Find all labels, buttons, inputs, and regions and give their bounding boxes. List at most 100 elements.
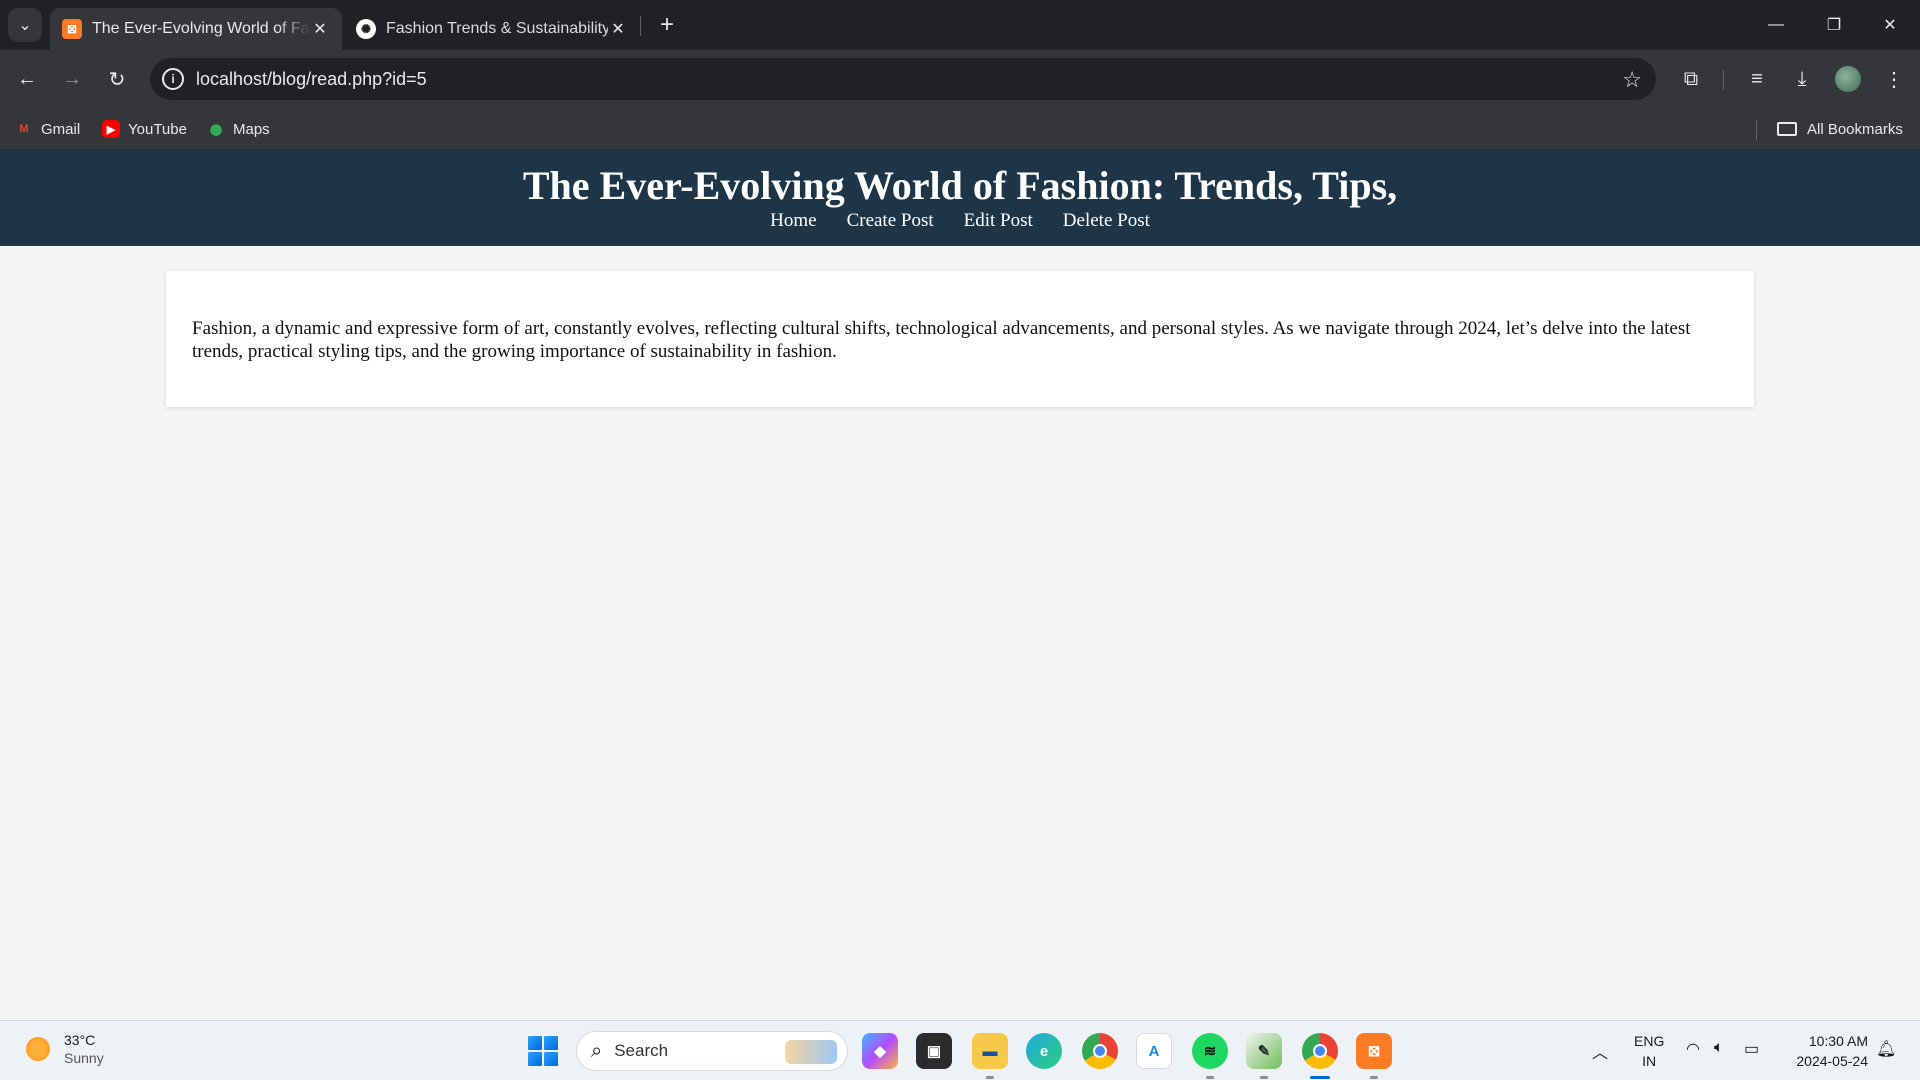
system-clock[interactable]: 10:30 AM 2024-05-24 <box>1786 1031 1868 1071</box>
bookmark-star-icon[interactable]: ☆ <box>1622 67 1642 93</box>
post-card: Fashion, a dynamic and expressive form o… <box>166 271 1754 407</box>
browser-menu-button[interactable]: ⋮ <box>1876 61 1912 97</box>
search-placeholder: Search <box>614 1041 669 1060</box>
close-tab-icon[interactable]: ✕ <box>310 19 330 39</box>
new-tab-button[interactable]: + <box>652 10 682 40</box>
chevron-down-icon: ⌄ <box>18 17 32 34</box>
bookmark-gmail[interactable]: M Gmail <box>15 118 80 140</box>
openai-favicon-icon: ✺ <box>356 19 376 39</box>
search-icon: ⌕ <box>591 1039 603 1062</box>
wifi-icon[interactable]: ◠ <box>1686 1039 1700 1059</box>
search-highlight-icon <box>785 1040 837 1064</box>
back-button[interactable]: ← <box>9 61 45 97</box>
address-bar[interactable]: i localhost/blog/read.php?id=5 ☆ <box>150 58 1656 100</box>
bookmarks-bar: M Gmail ▶ YouTube ⬤ Maps All Bookmarks <box>0 108 1920 150</box>
notepad-icon[interactable]: ✎ <box>1246 1033 1282 1079</box>
copilot-app-icon[interactable]: ◆ <box>862 1033 898 1069</box>
start-button[interactable] <box>528 1036 558 1066</box>
bookmark-label: Maps <box>233 120 270 138</box>
arrow-right-icon: → <box>62 67 82 90</box>
tab-active[interactable]: ⊠ The Ever-Evolving World of Fashion: Tr… <box>50 8 342 50</box>
puzzle-icon: ⧉ <box>1683 67 1699 90</box>
file-explorer-icon[interactable]: ▬ <box>972 1033 1008 1079</box>
tab-inactive[interactable]: ✺ Fashion Trends & Sustainability ✕ <box>344 8 640 50</box>
running-indicator <box>1260 1076 1268 1079</box>
profile-avatar[interactable] <box>1835 66 1861 92</box>
site-info-icon[interactable]: i <box>162 68 184 90</box>
running-indicator <box>986 1076 994 1079</box>
battery-icon[interactable]: ▭ <box>1744 1039 1759 1059</box>
tab-title: The Ever-Evolving World of Fashion: Tren… <box>92 20 310 37</box>
clock-date: 2024-05-24 <box>1796 1053 1868 1069</box>
browser-toolbar: ← → ↻ i localhost/blog/read.php?id=5 ☆ ⧉… <box>0 50 1920 108</box>
site-header: The Ever-Evolving World of Fashion: Tren… <box>0 150 1920 246</box>
kebab-menu-icon: ⋮ <box>1884 68 1904 91</box>
page-viewport: The Ever-Evolving World of Fashion: Tren… <box>0 150 1920 1020</box>
close-window-button[interactable]: ✕ <box>1862 0 1918 50</box>
page-title: The Ever-Evolving World of Fashion: Tren… <box>522 163 1398 208</box>
xampp-favicon-icon: ⊠ <box>62 19 82 39</box>
maps-pin-icon: ⬤ <box>209 123 223 136</box>
restore-button[interactable]: ❐ <box>1806 0 1862 50</box>
nav-link-edit-post[interactable]: Edit Post <box>964 210 1033 232</box>
reload-button[interactable]: ↻ <box>99 61 135 97</box>
downloads-button[interactable]: ⤓ <box>1784 61 1820 97</box>
windows-logo-icon <box>528 1052 542 1066</box>
language-code: ENG <box>1634 1033 1665 1049</box>
weather-condition: Sunny <box>64 1050 104 1066</box>
bookmark-label: Gmail <box>41 120 81 138</box>
language-indicator[interactable]: ENG IN <box>1634 1031 1664 1071</box>
bookmark-youtube[interactable]: ▶ YouTube <box>102 118 187 140</box>
xampp-icon[interactable]: ⊠ <box>1356 1033 1392 1079</box>
taskbar-search[interactable]: ⌕ Search <box>576 1031 848 1071</box>
plus-icon: + <box>659 11 674 38</box>
folder-icon <box>1777 122 1797 136</box>
bookmarks-divider <box>1756 120 1757 140</box>
post-body: Fashion, a dynamic and expressive form o… <box>192 318 1691 362</box>
youtube-icon: ▶ <box>102 120 120 138</box>
windows-taskbar: 33°C Sunny ⌕ Search ◆ ▣ ▬ e A ≋ ✎ ⊠ ︿ EN… <box>0 1020 1920 1080</box>
running-indicator <box>1206 1076 1214 1079</box>
tab-title: Fashion Trends & Sustainability <box>386 20 608 37</box>
playlist-icon: ≡ <box>1751 67 1763 90</box>
running-indicator <box>1370 1076 1378 1079</box>
spotify-icon[interactable]: ≋ <box>1192 1033 1228 1079</box>
toolbar-divider <box>1723 70 1724 90</box>
app-store-icon[interactable]: A <box>1136 1033 1172 1069</box>
tray-overflow-icon[interactable]: ︿ <box>1592 1039 1608 1063</box>
weather-temp: 33°C <box>64 1032 96 1048</box>
all-bookmarks-label: All Bookmarks <box>1807 120 1903 138</box>
nav-link-home[interactable]: Home <box>770 210 816 232</box>
windows-logo-icon <box>544 1036 558 1050</box>
weather-widget[interactable]: 33°C Sunny <box>26 1031 104 1067</box>
download-icon: ⤓ <box>1797 67 1807 90</box>
tab-search-button[interactable]: ⌄ <box>8 8 42 42</box>
media-controls-button[interactable]: ≡ <box>1739 61 1775 97</box>
browser-tab-strip: ⌄ ⊠ The Ever-Evolving World of Fashion: … <box>0 0 1920 50</box>
close-icon: ✕ <box>1883 17 1897 34</box>
url-text[interactable]: localhost/blog/read.php?id=5 <box>196 69 427 90</box>
arrow-left-icon: ← <box>17 67 37 90</box>
minimize-button[interactable]: — <box>1748 0 1804 50</box>
edge-icon[interactable]: e <box>1026 1033 1062 1069</box>
bookmark-label: YouTube <box>128 120 187 138</box>
restore-icon: ❐ <box>1826 17 1842 34</box>
reload-icon: ↻ <box>108 68 126 91</box>
windows-logo-icon <box>544 1052 558 1066</box>
sun-icon <box>26 1037 50 1061</box>
all-bookmarks-button[interactable]: All Bookmarks <box>1777 118 1903 140</box>
bookmark-maps[interactable]: ⬤ Maps <box>207 118 270 140</box>
nav-link-delete-post[interactable]: Delete Post <box>1063 210 1150 232</box>
forward-button[interactable]: → <box>54 61 90 97</box>
extensions-button[interactable]: ⧉ <box>1673 61 1709 97</box>
notification-bell-icon[interactable]: 🔔︎ <box>1876 1039 1896 1059</box>
nav-link-create-post[interactable]: Create Post <box>847 210 934 232</box>
active-indicator <box>1310 1076 1330 1079</box>
chrome-icon[interactable] <box>1082 1033 1118 1069</box>
minimize-icon: — <box>1768 16 1784 33</box>
chrome-active-icon[interactable] <box>1302 1033 1338 1079</box>
close-tab-icon[interactable]: ✕ <box>608 19 628 39</box>
gmail-icon: M <box>19 123 29 135</box>
task-view-icon[interactable]: ▣ <box>916 1033 952 1069</box>
volume-icon[interactable]: 🔈︎ <box>1714 1039 1724 1057</box>
